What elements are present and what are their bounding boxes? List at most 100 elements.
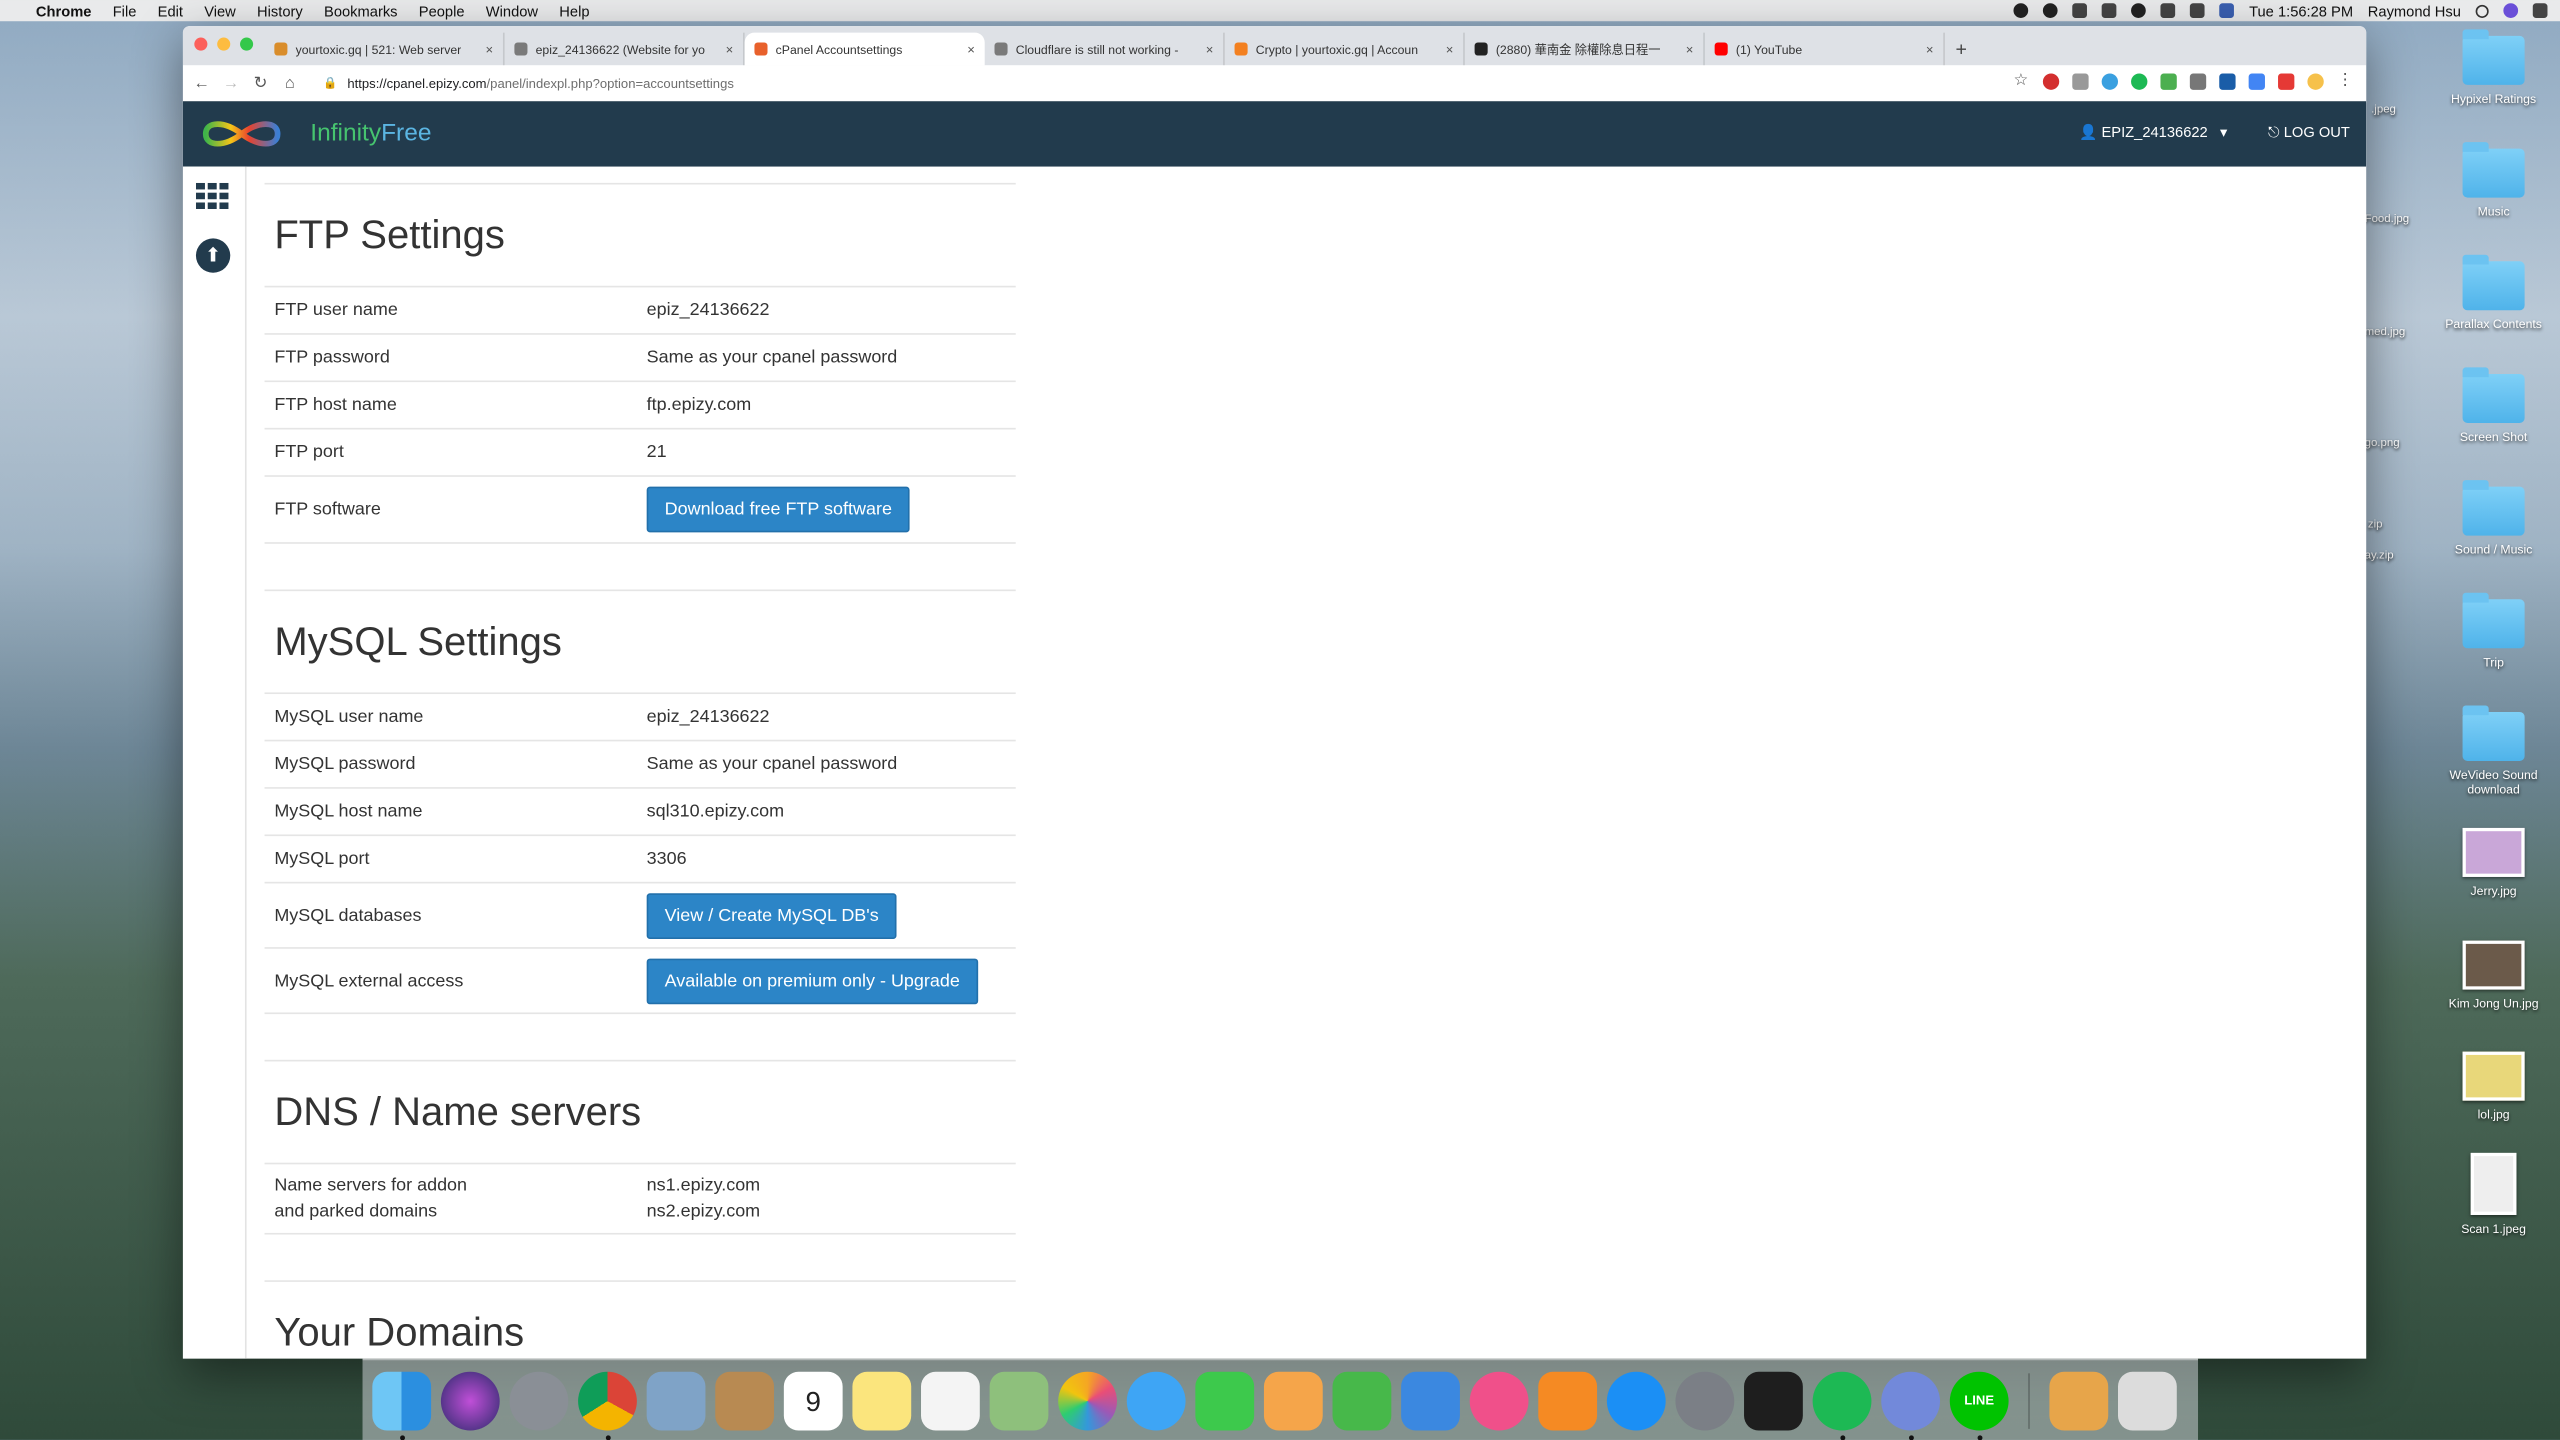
minimize-window-button[interactable] <box>217 37 231 51</box>
siri-icon[interactable] <box>440 1370 500 1430</box>
extension-icon[interactable] <box>2248 73 2265 90</box>
desktop-image[interactable]: Scan 1.jpeg <box>2433 1152 2554 1236</box>
menu-file[interactable]: File <box>113 2 137 18</box>
app-store-icon[interactable] <box>1606 1370 1666 1430</box>
airplay-icon[interactable] <box>2102 3 2117 18</box>
clock[interactable]: Tue 1:56:28 PM <box>2249 2 2353 18</box>
desktop-peek-label[interactable]: ay.zip <box>2365 550 2394 561</box>
launchpad-icon[interactable] <box>509 1370 569 1430</box>
upgrade-premium-button[interactable]: Available on premium only - Upgrade <box>646 957 978 1004</box>
upload-icon[interactable]: ⬆ <box>195 238 231 273</box>
home-icon[interactable]: ⌂ <box>279 74 300 92</box>
user-menu[interactable]: 👤 EPIZ_24136622 ▾ <box>2079 124 2227 142</box>
menu-bookmarks[interactable]: Bookmarks <box>324 2 398 18</box>
line-icon[interactable]: LINE <box>1949 1370 2009 1440</box>
view-create-mysql-button[interactable]: View / Create MySQL DB's <box>646 892 897 939</box>
spotify-icon[interactable] <box>1812 1370 1872 1440</box>
desktop-image[interactable]: Kim Jong Un.jpg <box>2433 940 2554 1011</box>
maps-icon[interactable] <box>989 1370 1049 1430</box>
desktop-peek-label[interactable]: go.png <box>2365 438 2400 449</box>
notification-center-icon[interactable] <box>2532 3 2548 18</box>
extension-icon[interactable] <box>2189 73 2207 90</box>
photos-icon[interactable] <box>1058 1370 1117 1430</box>
close-tab-icon[interactable]: × <box>1446 42 1454 57</box>
eject-icon[interactable] <box>2160 3 2176 18</box>
trash-icon[interactable] <box>2118 1370 2177 1430</box>
menu-kebab-icon[interactable]: ⋮ <box>2337 73 2353 89</box>
menu-edit[interactable]: Edit <box>158 2 183 18</box>
keynote-icon[interactable] <box>1401 1370 1460 1430</box>
menu-people[interactable]: People <box>419 2 465 18</box>
discord-icon[interactable] <box>1881 1370 1941 1440</box>
tab[interactable]: yourtoxic.gq | 521: Web server × <box>265 32 505 66</box>
desktop-peek-label[interactable]: Food.jpg <box>2365 214 2409 225</box>
back-icon[interactable]: ← <box>191 74 212 92</box>
facetime-icon[interactable] <box>1195 1370 1255 1430</box>
status-icon[interactable] <box>2013 3 2029 18</box>
numbers-icon[interactable] <box>1332 1370 1392 1430</box>
tab[interactable]: (1) YouTube × <box>1705 32 1945 66</box>
preview-icon[interactable] <box>646 1370 706 1430</box>
activity-monitor-icon[interactable] <box>1744 1370 1803 1430</box>
system-preferences-icon[interactable] <box>1675 1370 1735 1430</box>
extension-icon[interactable] <box>2219 73 2236 90</box>
download-ftp-software-button[interactable]: Download free FTP software <box>646 486 910 533</box>
close-tab-icon[interactable]: × <box>967 42 975 57</box>
tab[interactable]: (2880) 華南金 除權除息日程一 × <box>1465 32 1705 66</box>
desktop-folder[interactable]: Hypixel Ratings <box>2433 29 2554 106</box>
extension-icon[interactable] <box>2160 73 2177 90</box>
new-tab-button[interactable]: + <box>1945 33 1978 66</box>
desktop-folder[interactable]: Trip <box>2433 592 2554 670</box>
desktop-image[interactable]: lol.jpg <box>2433 1051 2554 1122</box>
books-icon[interactable] <box>1538 1370 1598 1430</box>
desktop-image[interactable]: Jerry.jpg <box>2433 827 2554 898</box>
tab-active[interactable]: cPanel Accountsettings × <box>744 32 985 66</box>
tab[interactable]: Crypto | yourtoxic.gq | Accoun × <box>1225 32 1465 66</box>
menu-window[interactable]: Window <box>486 2 538 18</box>
contacts-icon[interactable] <box>715 1370 775 1430</box>
flag-icon[interactable] <box>2219 3 2235 18</box>
tab[interactable]: Cloudflare is still not working - × <box>985 32 1225 66</box>
reminders-icon[interactable] <box>921 1370 980 1430</box>
bluetooth-icon[interactable] <box>2072 3 2088 18</box>
close-window-button[interactable] <box>194 37 208 51</box>
profile-avatar-icon[interactable] <box>2307 73 2324 90</box>
apps-grid-icon[interactable] <box>195 182 229 210</box>
pages-icon[interactable] <box>1263 1370 1323 1430</box>
notes-icon[interactable] <box>852 1370 912 1430</box>
desktop-peek-label[interactable]: .jpeg <box>2371 105 2396 116</box>
menu-view[interactable]: View <box>204 2 236 18</box>
reload-icon[interactable]: ↻ <box>250 74 271 92</box>
logout-button[interactable]: ⎋ LOG OUT <box>2268 124 2350 142</box>
close-tab-icon[interactable]: × <box>1686 42 1694 57</box>
close-tab-icon[interactable]: × <box>1926 42 1934 57</box>
close-tab-icon[interactable]: × <box>726 42 734 57</box>
desktop-peek-label[interactable]: med.jpg <box>2365 327 2406 338</box>
bookmark-star-icon[interactable]: ☆ <box>2013 73 2029 89</box>
siri-icon[interactable] <box>2503 3 2519 18</box>
forward-icon[interactable]: → <box>220 74 241 92</box>
adblock-icon[interactable] <box>2042 73 2060 90</box>
menu-chrome[interactable]: Chrome <box>36 2 92 18</box>
desktop-peek-label[interactable]: zip <box>2368 519 2383 530</box>
wifi-icon[interactable] <box>2131 3 2147 18</box>
address-bar[interactable]: 🔒 https://cpanel.epizy.com/panel/indexpl… <box>323 70 734 96</box>
extension-icon[interactable] <box>2072 73 2089 90</box>
chrome-icon[interactable] <box>578 1370 637 1440</box>
extension-icon[interactable] <box>2278 73 2295 90</box>
calendar-icon[interactable]: 9 <box>783 1370 843 1430</box>
spotlight-icon[interactable] <box>2475 4 2489 18</box>
archive-icon[interactable] <box>2049 1370 2109 1430</box>
chat-icon[interactable] <box>2043 3 2059 18</box>
menu-help[interactable]: Help <box>559 2 589 18</box>
desktop-folder[interactable]: Parallax Contents <box>2433 254 2554 331</box>
itunes-icon[interactable] <box>1469 1370 1529 1430</box>
desktop-folder[interactable]: WeVideo Sound download <box>2433 705 2554 797</box>
close-tab-icon[interactable]: × <box>1206 42 1214 57</box>
desktop-folder[interactable]: Music <box>2433 142 2554 219</box>
extension-icon[interactable] <box>2131 73 2148 90</box>
finder-icon[interactable] <box>372 1370 432 1440</box>
desktop-folder[interactable]: Screen Shot <box>2433 367 2554 444</box>
volume-icon[interactable] <box>2190 3 2205 18</box>
messages-icon[interactable] <box>1126 1370 1186 1430</box>
